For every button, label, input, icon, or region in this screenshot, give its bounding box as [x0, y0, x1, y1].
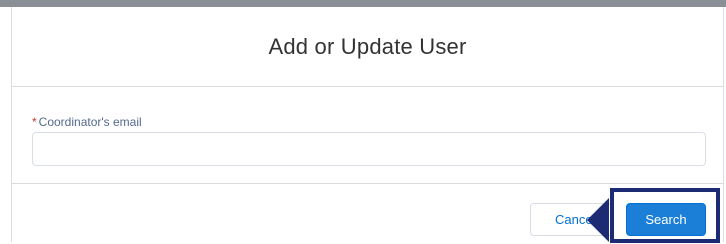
coordinator-email-label: * Coordinator's email [32, 115, 142, 129]
coordinator-email-field[interactable] [32, 132, 706, 166]
modal-title: Add or Update User [268, 33, 467, 59]
annotation-arrow-icon [587, 198, 609, 242]
required-marker: * [32, 115, 37, 129]
background-overlay-strip [0, 0, 726, 7]
search-button[interactable]: Search [626, 203, 706, 236]
modal-header: Add or Update User [12, 7, 723, 87]
modal-body: * Coordinator's email [12, 87, 723, 184]
modal-footer: Cancel Search [12, 183, 723, 243]
add-update-user-modal: Add or Update User * Coordinator's email … [11, 7, 724, 243]
coordinator-email-label-text: Coordinator's email [38, 115, 142, 129]
